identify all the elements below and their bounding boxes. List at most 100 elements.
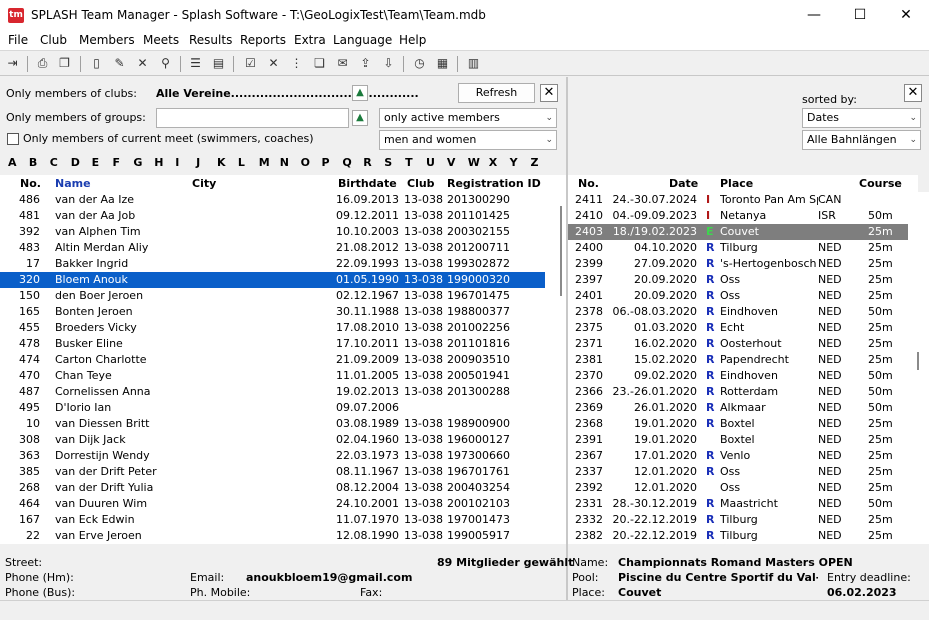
member-row[interactable]: 470 Chan Teye 11.01.2005 13-038 200501941 <box>0 368 545 384</box>
remove-icon[interactable]: ✕ <box>265 55 282 72</box>
meet-row[interactable]: 2368 19.01.2020 R Boxtel NED 25m <box>568 416 908 432</box>
col-no[interactable]: No. <box>20 177 41 190</box>
close-meet-panel-icon[interactable]: ✕ <box>904 84 922 102</box>
alphabet-letter-i[interactable]: I <box>175 156 179 169</box>
meets-list[interactable]: 241124.-30.07.2024IToronto Pan Am SpcCAN… <box>568 192 908 544</box>
groups-filter-input[interactable] <box>156 108 349 128</box>
mail-icon[interactable]: ✉ <box>334 55 351 72</box>
menu-meets[interactable]: Meets <box>143 33 179 47</box>
member-row[interactable]: 17 Bakker Ingrid 22.09.1993 13-038 199302872 <box>0 256 545 272</box>
groups-select-arrow-icon[interactable]: ▲ <box>352 110 368 126</box>
meet-row[interactable]: 2337 12.01.2020 R Oss NED 25m <box>568 464 908 480</box>
clubs-select-arrow-icon[interactable]: ▲ <box>352 85 368 101</box>
window-list-icon[interactable]: ▤ <box>210 55 227 72</box>
alphabet-letter-b[interactable]: B <box>29 156 37 169</box>
alphabet-letter-h[interactable]: H <box>154 156 163 169</box>
stopwatch-icon[interactable]: ◷ <box>411 55 428 72</box>
member-row[interactable]: 150 den Boer Jeroen 02.12.1967 13-038 196701… <box>0 288 545 304</box>
meet-row[interactable]: 241124.-30.07.2024IToronto Pan Am SpcCAN <box>568 192 908 208</box>
menu-results[interactable]: Results <box>189 33 232 47</box>
alphabet-letter-a[interactable]: A <box>8 156 17 169</box>
find-binoculars-icon[interactable]: ⚲ <box>157 55 174 72</box>
menu-members[interactable]: Members <box>79 33 135 47</box>
members-scroll-thumb[interactable] <box>560 206 562 296</box>
member-row[interactable]: 392 van Alphen Tim 10.10.2003 13-038 2003021… <box>0 224 545 240</box>
alphabet-letter-z[interactable]: Z <box>531 156 539 169</box>
meet-row[interactable]: 2331 28.-30.12.2019 R Maastricht NED 50m <box>568 496 908 512</box>
meet-row[interactable]: 2370 09.02.2020 R Eindhoven NED 50m <box>568 368 908 384</box>
meet-row[interactable]: 2399 27.09.2020 R's-Hertogenbosch NED 25m <box>568 256 908 272</box>
col-meet-place[interactable]: Place <box>720 177 753 190</box>
meet-row[interactable]: 2375 01.03.2020 R Echt NED 25m <box>568 320 908 336</box>
delete-icon[interactable]: ✕ <box>134 55 151 72</box>
meet-row[interactable]: 2401 20.09.2020 R Oss NED 25m <box>568 288 908 304</box>
alphabet-letter-y[interactable]: Y <box>510 156 518 169</box>
meet-row[interactable]: 2410 04.-09.09.2023 I Netanya ISR 50m <box>568 208 908 224</box>
alphabet-letter-g[interactable]: G <box>133 156 142 169</box>
member-row[interactable]: 486 van der Aa Ize 16.09.2013 13-038 2013002… <box>0 192 545 208</box>
minimize-button[interactable]: — <box>791 0 837 31</box>
alphabet-letter-l[interactable]: L <box>238 156 245 169</box>
alphabet-letter-k[interactable]: K <box>217 156 226 169</box>
col-birthdate[interactable]: Birthdate <box>338 177 397 190</box>
alphabet-letter-w[interactable]: W <box>468 156 480 169</box>
member-row[interactable]: 308 van Dijk Jack 02.04.1960 13-038 19600012… <box>0 432 545 448</box>
close-button[interactable]: ✕ <box>883 0 929 31</box>
import-icon[interactable]: ⇩ <box>380 55 397 72</box>
col-meet-course[interactable]: Course <box>859 177 902 190</box>
course-select[interactable]: Alle Bahnlängen ⌄ <box>802 130 921 150</box>
maximize-button[interactable]: ☐ <box>837 0 883 31</box>
col-name[interactable]: Name <box>55 177 91 190</box>
alphabet-letter-u[interactable]: U <box>426 156 435 169</box>
alphabet-letter-d[interactable]: D <box>71 156 80 169</box>
alphabet-letter-q[interactable]: Q <box>342 156 351 169</box>
meet-row[interactable]: 2381 15.02.2020 R Papendrecht NED 25m <box>568 352 908 368</box>
member-row[interactable]: 385 van der Drift Peter 08.11.1967 13-038 19… <box>0 464 545 480</box>
print-icon[interactable]: ⎙ <box>34 55 51 72</box>
alphabet-letter-m[interactable]: M <box>259 156 270 169</box>
member-row[interactable]: 481 van der Aa Job 09.12.2011 13-038 2011014… <box>0 208 545 224</box>
menu-help[interactable]: Help <box>399 33 426 47</box>
meets-scroll-thumb[interactable] <box>917 352 919 370</box>
check-list-icon[interactable]: ☑ <box>242 55 259 72</box>
member-row[interactable]: 474 Carton Charlotte 21.09.2009 13-038 20090… <box>0 352 545 368</box>
alphabet-letter-j[interactable]: J <box>196 156 200 169</box>
member-row[interactable]: 455 Broeders Vicky 17.08.2010 13-038 2010022… <box>0 320 545 336</box>
meet-row[interactable]: 2378 06.-08.03.2020 R Eindhoven NED 50m <box>568 304 908 320</box>
member-row[interactable]: 320 Bloem Anouk 01.05.1990 13-038 199000320 <box>0 272 545 288</box>
member-row[interactable]: 483 Altin Merdan Aliy 21.08.2012 13-038 2012… <box>0 240 545 256</box>
meet-row[interactable]: 2391 19.01.2020 Boxtel NED 25m <box>568 432 908 448</box>
member-row[interactable]: 10 van Diessen Britt 03.08.1989 13-038 19890… <box>0 416 545 432</box>
active-members-select[interactable]: only active members ⌄ <box>379 108 557 128</box>
member-row[interactable]: 268 van der Drift Yulia 08.12.2004 13-038 20… <box>0 480 545 496</box>
member-row[interactable]: 22 van Erve Jeroen 12.08.1990 13-038 1990059… <box>0 528 545 544</box>
new-document-icon[interactable]: ▯ <box>88 55 105 72</box>
grid-icon[interactable]: ▦ <box>434 55 451 72</box>
member-row[interactable]: 165 Bonten Jeroen 30.11.1988 13-038 19880037… <box>0 304 545 320</box>
alphabet-letter-s[interactable]: S <box>384 156 392 169</box>
member-row[interactable]: 478 Busker Eline 17.10.2011 13-038 201101816 <box>0 336 545 352</box>
alphabet-letter-r[interactable]: R <box>363 156 371 169</box>
copy-icon[interactable]: ❏ <box>311 55 328 72</box>
meet-row[interactable]: 2371 16.02.2020 R Oosterhout NED 25m <box>568 336 908 352</box>
member-row[interactable]: 487 Cornelissen Anna 19.02.2013 13-038 20130… <box>0 384 545 400</box>
notes-icon[interactable]: ▥ <box>465 55 482 72</box>
meet-row[interactable]: 2400 04.10.2020 R Tilburg NED 25m <box>568 240 908 256</box>
meets-scrollbar[interactable] <box>908 192 929 544</box>
meet-row[interactable]: 2392 12.01.2020 Oss NED 25m <box>568 480 908 496</box>
member-row[interactable]: 495 D'Iorio Ian 09.07.2006 <box>0 400 545 416</box>
refresh-button[interactable]: Refresh <box>458 83 535 103</box>
col-meet-date[interactable]: Date <box>669 177 698 190</box>
copy-files-icon[interactable]: ❐ <box>56 55 73 72</box>
alphabet-letter-n[interactable]: N <box>280 156 289 169</box>
sort-select[interactable]: Dates ⌄ <box>802 108 921 128</box>
meet-row[interactable]: 2382 20.-22.12.2019 R Tilburg NED 25m <box>568 528 908 544</box>
menu-club[interactable]: Club <box>40 33 67 47</box>
edit-document-icon[interactable]: ✎ <box>111 55 128 72</box>
members-scrollbar[interactable] <box>556 192 566 544</box>
current-meet-checkbox[interactable] <box>7 133 19 145</box>
menu-file[interactable]: File <box>8 33 28 47</box>
meet-row[interactable]: 2332 20.-22.12.2019 R Tilburg NED 25m <box>568 512 908 528</box>
alphabet-letter-f[interactable]: F <box>113 156 121 169</box>
alphabet-letter-o[interactable]: O <box>301 156 310 169</box>
